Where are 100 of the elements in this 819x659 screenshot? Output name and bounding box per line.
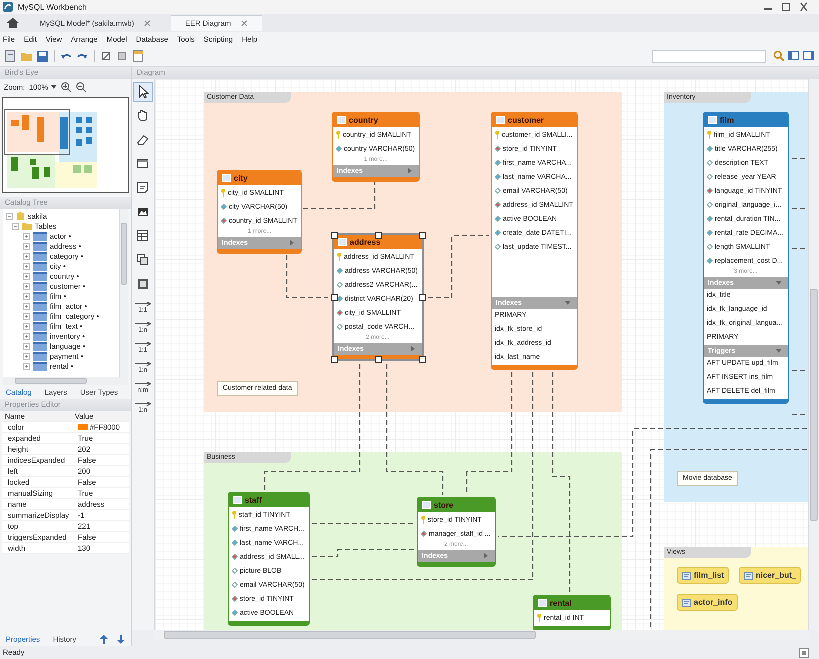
triangle-icon <box>776 280 782 286</box>
diamond-icon <box>707 244 713 250</box>
expander-button[interactable] <box>23 312 30 320</box>
diamond-icon <box>337 268 343 274</box>
view-card[interactable]: nicer_but_ <box>739 567 802 584</box>
view-card[interactable]: film_list <box>677 567 730 584</box>
table-card[interactable] <box>703 112 789 404</box>
table-icon <box>33 252 47 260</box>
relationship-line[interactable] <box>312 549 415 558</box>
selection-handle[interactable] <box>419 356 426 363</box>
selection-handle[interactable] <box>419 232 426 239</box>
toggle-grid-icon[interactable] <box>100 50 113 62</box>
search-icon[interactable] <box>773 50 785 62</box>
table-header[interactable]: city <box>218 171 302 185</box>
table-icon <box>33 262 47 270</box>
expander-button[interactable] <box>6 212 13 220</box>
page-icon[interactable] <box>132 50 145 62</box>
diamond-icon <box>232 582 238 588</box>
diamond-icon <box>232 596 238 602</box>
expander-button[interactable] <box>23 322 30 330</box>
plus-icon <box>24 254 29 258</box>
relationship-line[interactable] <box>792 248 805 250</box>
table-header[interactable]: store <box>418 498 495 512</box>
key-icon <box>221 189 226 197</box>
caret-icon <box>51 84 58 90</box>
table-icon <box>33 322 47 330</box>
pointer-icon[interactable] <box>133 82 153 102</box>
expander-button[interactable] <box>23 252 30 260</box>
expander-button[interactable] <box>23 352 30 360</box>
zoom-out-icon[interactable] <box>76 82 88 92</box>
selection-handle[interactable] <box>331 356 338 363</box>
table-icon <box>33 362 47 370</box>
diamond-icon <box>337 324 343 330</box>
diamond-icon <box>336 146 342 152</box>
expander-button[interactable] <box>23 232 30 240</box>
scrollbar[interactable] <box>3 377 128 385</box>
table-icon <box>538 599 547 607</box>
expander-button[interactable] <box>23 342 30 350</box>
diamond-icon <box>495 202 501 208</box>
relationship-line[interactable] <box>650 449 808 630</box>
save-icon[interactable] <box>36 50 49 62</box>
expander-button[interactable] <box>23 332 30 340</box>
diamond-icon <box>337 282 343 288</box>
panel-toggle-icon[interactable] <box>803 50 815 62</box>
selection-handle[interactable] <box>331 232 338 239</box>
table-header[interactable]: country <box>333 113 420 127</box>
expander-button[interactable] <box>23 262 30 270</box>
table-header[interactable]: address <box>334 235 422 249</box>
arrow-up-icon[interactable] <box>100 634 108 644</box>
relationship-line[interactable] <box>312 523 415 525</box>
expander-button[interactable] <box>23 292 30 300</box>
relationship-line[interactable] <box>552 372 571 593</box>
selection-handle[interactable] <box>331 294 338 301</box>
expander-button[interactable] <box>23 272 30 280</box>
relationship-line[interactable] <box>303 180 376 210</box>
maximize-icon[interactable] <box>779 2 793 12</box>
selection-handle[interactable] <box>375 232 382 239</box>
table-card[interactable] <box>491 112 578 370</box>
arrow-down-icon[interactable] <box>117 634 125 644</box>
expander-button[interactable] <box>23 362 30 370</box>
diamond-icon <box>707 258 713 264</box>
selection-handle[interactable] <box>375 356 382 363</box>
expander-button[interactable] <box>23 242 30 250</box>
new-file-icon[interactable] <box>4 50 17 62</box>
table-header[interactable]: customer <box>492 113 578 127</box>
expander-button[interactable] <box>12 222 19 230</box>
search-field[interactable] <box>652 50 766 62</box>
table-header[interactable]: staff <box>229 493 309 507</box>
home-icon[interactable] <box>6 17 20 29</box>
view-card[interactable]: actor_info <box>677 594 738 611</box>
scrollbar[interactable] <box>808 79 819 630</box>
table-name: city <box>234 174 248 182</box>
diamond-icon <box>495 216 501 222</box>
close-icon[interactable] <box>144 20 152 26</box>
relationship-line[interactable] <box>312 372 534 581</box>
minimap-drawing[interactable] <box>2 97 129 193</box>
selection-handle[interactable] <box>419 294 426 301</box>
triangle-icon <box>565 300 572 306</box>
panel-toggle-icon[interactable] <box>799 648 809 658</box>
close-icon[interactable] <box>241 20 248 27</box>
relationship-line[interactable] <box>498 428 808 538</box>
sidebar-toggle-icon[interactable] <box>788 50 800 62</box>
expander-button[interactable] <box>23 282 30 290</box>
relationship-line[interactable] <box>792 370 805 372</box>
table-name: country <box>349 116 378 124</box>
table-header[interactable]: film <box>704 113 788 127</box>
table-name: address <box>350 238 381 246</box>
relationship-line[interactable] <box>792 414 805 416</box>
diamond-icon <box>221 204 227 210</box>
expander-button[interactable] <box>23 302 30 310</box>
relationship-line[interactable] <box>286 255 328 299</box>
table-icon <box>33 332 47 340</box>
relationship-line[interactable] <box>792 208 805 210</box>
table-header[interactable]: rental <box>534 596 610 610</box>
diamond-icon <box>707 188 713 194</box>
table-icon <box>222 174 231 182</box>
table-icon <box>337 116 346 124</box>
relationship-line[interactable] <box>792 158 805 160</box>
zoom-in-icon[interactable] <box>61 82 72 92</box>
scrollbar[interactable] <box>119 209 128 377</box>
